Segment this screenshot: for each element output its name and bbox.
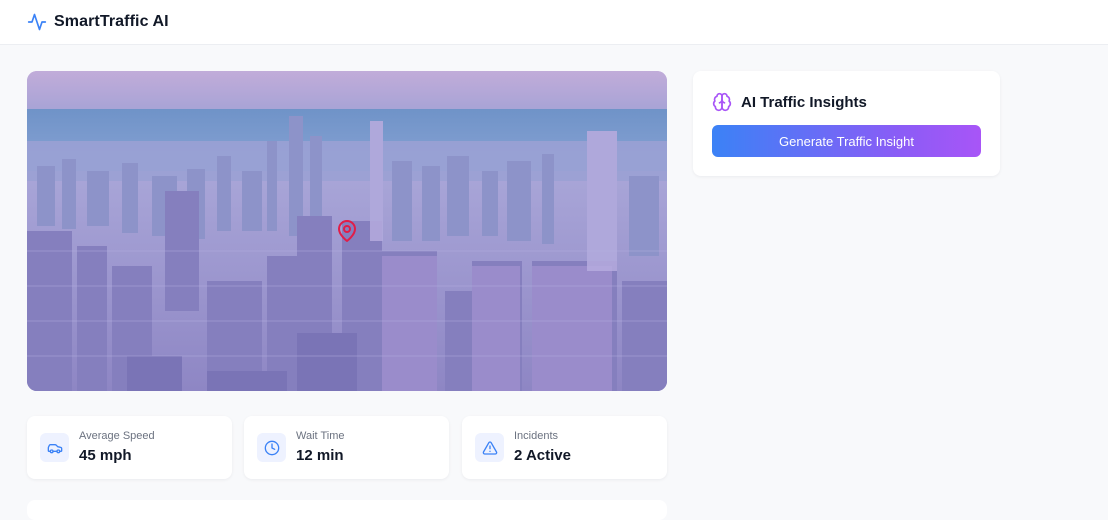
alert-triangle-icon	[482, 440, 497, 455]
stat-value: 45 mph	[79, 446, 132, 464]
car-icon	[47, 443, 62, 453]
stat-label: Incidents	[514, 429, 559, 442]
bottom-card	[27, 500, 667, 520]
generate-insight-button[interactable]: Generate Traffic Insight	[712, 125, 981, 157]
stat-icon-container	[475, 433, 504, 462]
clock-icon	[264, 440, 279, 455]
top-navbar: SmartTraffic AI	[0, 0, 1108, 45]
stat-card-average-speed: Average Speed 45 mph	[27, 416, 232, 479]
stat-value: 2 Active	[514, 446, 571, 464]
city-skyline-image	[27, 71, 667, 391]
stat-value: 12 min	[296, 446, 344, 464]
panel-title: AI Traffic Insights	[741, 93, 867, 111]
stat-label: Average Speed	[79, 429, 155, 442]
stat-icon-container	[257, 433, 286, 462]
app-title: SmartTraffic AI	[54, 13, 169, 30]
stat-label: Wait Time	[296, 429, 345, 442]
brain-icon	[712, 92, 732, 112]
stat-card-incidents: Incidents 2 Active	[462, 416, 667, 479]
map-pin-icon[interactable]	[335, 218, 359, 244]
stat-card-wait-time: Wait Time 12 min	[244, 416, 449, 479]
activity-icon	[27, 13, 47, 31]
ai-insights-panel: AI Traffic Insights Generate Traffic Ins…	[693, 71, 1000, 176]
stat-icon-container	[40, 433, 69, 462]
